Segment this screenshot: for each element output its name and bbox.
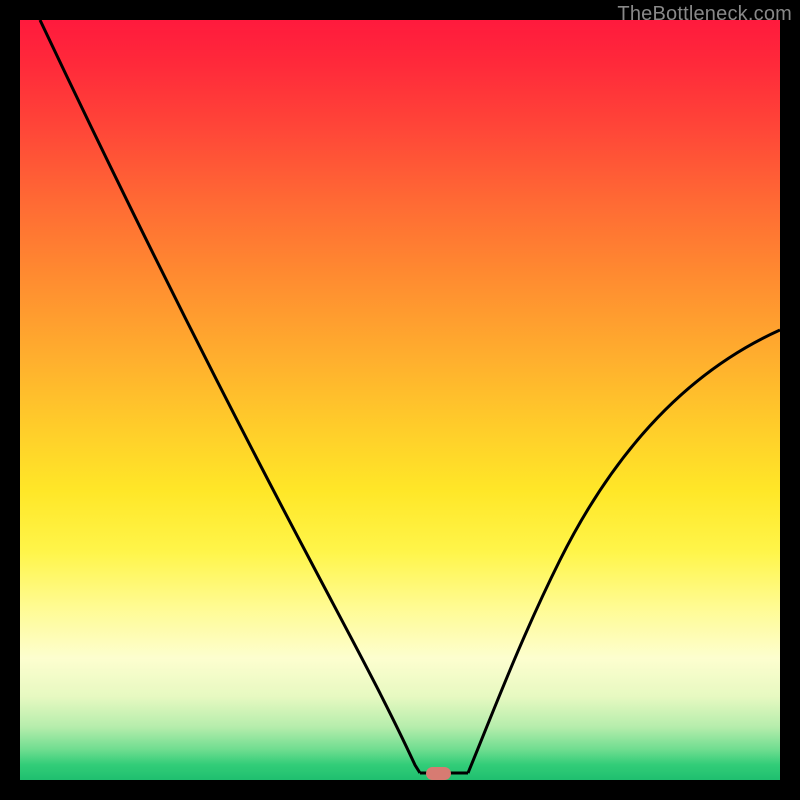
watermark-text: TheBottleneck.com <box>617 3 792 26</box>
chart-frame: TheBottleneck.com <box>0 0 800 800</box>
bottleneck-curve <box>20 20 780 780</box>
plot-area <box>20 20 780 780</box>
curve-left-arm <box>40 20 420 773</box>
optimal-marker <box>426 767 451 780</box>
curve-right-arm <box>468 330 780 773</box>
